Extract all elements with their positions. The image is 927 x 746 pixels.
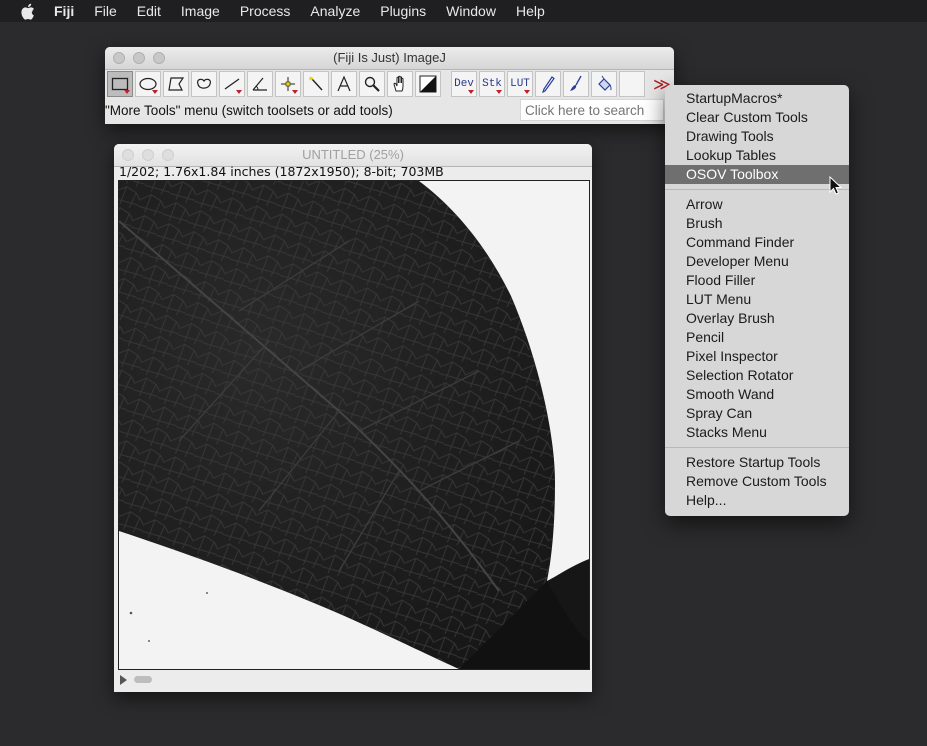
window-controls	[113, 52, 165, 64]
hand-tool[interactable]	[387, 71, 413, 97]
brush-tool[interactable]	[563, 71, 589, 97]
stack-slider[interactable]	[120, 674, 586, 686]
color-picker-tool[interactable]	[415, 71, 441, 97]
apple-icon[interactable]	[20, 3, 38, 20]
menu-item-lut-menu[interactable]: LUT Menu	[665, 290, 849, 309]
menu-item-restore-startup-tools[interactable]: Restore Startup Tools	[665, 453, 849, 472]
menu-item-spray-can[interactable]: Spray Can	[665, 404, 849, 423]
flood-filler-icon	[598, 75, 612, 91]
stk-label: Stk	[482, 78, 502, 90]
wand-tool[interactable]	[303, 71, 329, 97]
image-canvas[interactable]	[118, 180, 590, 670]
menu-item-osov-toolbox[interactable]: OSOV Toolbox	[665, 165, 849, 184]
text-tool[interactable]	[331, 71, 357, 97]
pencil-tool[interactable]	[535, 71, 561, 97]
angle-tool[interactable]	[247, 71, 273, 97]
oval-tool[interactable]	[135, 71, 161, 97]
minimize-button[interactable]	[142, 149, 154, 161]
pencil-icon	[542, 76, 555, 93]
menu-item-help[interactable]: Help...	[665, 491, 849, 510]
dev-menu-tool[interactable]: Dev	[451, 71, 477, 97]
search-input[interactable]	[520, 99, 664, 121]
angle-icon	[252, 77, 267, 91]
menu-fiji[interactable]: Fiji	[54, 0, 74, 22]
menu-item-stacks-menu[interactable]: Stacks Menu	[665, 423, 849, 442]
hand-icon	[393, 75, 404, 92]
color-picker-icon	[419, 75, 437, 93]
menu-window[interactable]: Window	[446, 0, 496, 22]
menu-item-drawing-tools[interactable]: Drawing Tools	[665, 127, 849, 146]
lut-menu-tool[interactable]: LUT	[507, 71, 533, 97]
freehand-tool[interactable]	[191, 71, 217, 97]
menu-item-clear-custom-tools[interactable]: Clear Custom Tools	[665, 108, 849, 127]
status-line: "More Tools" menu (switch toolsets or ad…	[105, 103, 393, 118]
menu-item-smooth-wand[interactable]: Smooth Wand	[665, 385, 849, 404]
wand-icon	[309, 76, 323, 91]
window-controls	[122, 149, 174, 161]
menu-item-selection-rotator[interactable]: Selection Rotator	[665, 366, 849, 385]
image-title: UNTITLED (25%)	[302, 147, 404, 162]
line-tool[interactable]	[219, 71, 245, 97]
minimize-button[interactable]	[133, 52, 145, 64]
menu-item-brush[interactable]: Brush	[665, 214, 849, 233]
zoom-button[interactable]	[162, 149, 174, 161]
stk-menu-tool[interactable]: Stk	[479, 71, 505, 97]
point-tool[interactable]	[275, 71, 301, 97]
polygon-icon	[168, 77, 185, 91]
menu-analyze[interactable]: Analyze	[310, 0, 360, 22]
imagej-title: (Fiji Is Just) ImageJ	[333, 50, 446, 65]
zoom-button[interactable]	[153, 52, 165, 64]
imagej-titlebar[interactable]: (Fiji Is Just) ImageJ	[105, 47, 674, 70]
menu-separator	[665, 189, 849, 190]
close-button[interactable]	[122, 149, 134, 161]
menu-item-developer-menu[interactable]: Developer Menu	[665, 252, 849, 271]
menu-bar: Fiji File Edit Image Process Analyze Plu…	[0, 0, 927, 22]
menu-item-pixel-inspector[interactable]: Pixel Inspector	[665, 347, 849, 366]
lut-label: LUT	[510, 78, 530, 90]
menu-item-remove-custom-tools[interactable]: Remove Custom Tools	[665, 472, 849, 491]
menu-item-arrow[interactable]: Arrow	[665, 195, 849, 214]
menu-item-flood-filler[interactable]: Flood Filler	[665, 271, 849, 290]
menu-item-startupmacros[interactable]: StartupMacros*	[665, 89, 849, 108]
play-icon[interactable]	[120, 675, 127, 685]
empty-tool-slot[interactable]	[619, 71, 645, 97]
menu-image[interactable]: Image	[181, 0, 220, 22]
slider-thumb[interactable]	[134, 676, 152, 683]
dev-label: Dev	[454, 78, 474, 90]
mouse-cursor-icon	[829, 176, 843, 195]
close-button[interactable]	[113, 52, 125, 64]
more-tools-menu: StartupMacros* Clear Custom Tools Drawin…	[665, 85, 849, 516]
polygon-tool[interactable]	[163, 71, 189, 97]
image-window: UNTITLED (25%) 1/202; 1.76x1.84 inches (…	[114, 144, 592, 692]
oval-icon	[139, 77, 157, 91]
imagej-toolbar-window: (Fiji Is Just) ImageJ Dev Stk LUT ≫ "Mor…	[105, 47, 674, 124]
menu-item-lookup-tables[interactable]: Lookup Tables	[665, 146, 849, 165]
image-info: 1/202; 1.76x1.84 inches (1872x1950); 8-b…	[119, 164, 444, 179]
menu-process[interactable]: Process	[240, 0, 291, 22]
menu-item-pencil[interactable]: Pencil	[665, 328, 849, 347]
menu-item-command-finder[interactable]: Command Finder	[665, 233, 849, 252]
menu-separator	[665, 447, 849, 448]
menu-plugins[interactable]: Plugins	[380, 0, 426, 22]
freehand-icon	[197, 78, 211, 89]
brush-icon	[570, 75, 582, 91]
flood-filler-tool[interactable]	[591, 71, 617, 97]
menu-file[interactable]: File	[94, 0, 117, 22]
rectangle-icon	[111, 77, 129, 91]
menu-help[interactable]: Help	[516, 0, 545, 22]
menu-edit[interactable]: Edit	[137, 0, 161, 22]
rectangle-tool[interactable]	[107, 71, 133, 97]
leaf-image	[119, 181, 589, 669]
menu-item-overlay-brush[interactable]: Overlay Brush	[665, 309, 849, 328]
tool-row: Dev Stk LUT	[107, 71, 647, 98]
text-icon	[337, 75, 351, 92]
magnifier-icon	[364, 76, 380, 92]
magnifier-tool[interactable]	[359, 71, 385, 97]
